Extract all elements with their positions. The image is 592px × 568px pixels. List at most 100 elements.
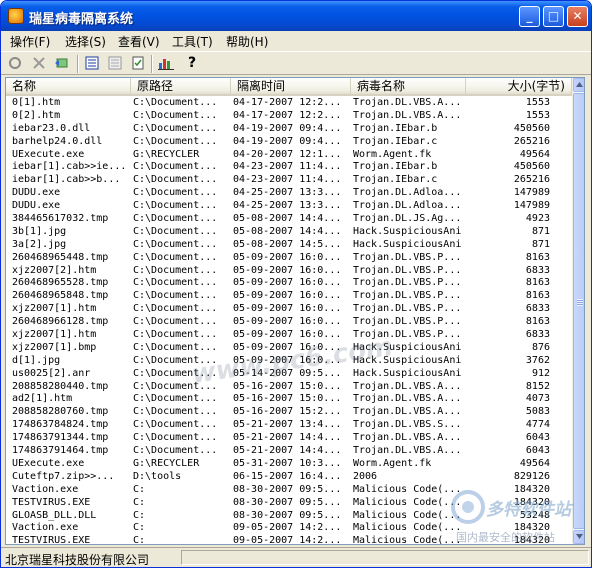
virus-name: Worm.Agent.fk <box>353 148 432 160</box>
menu-tools[interactable]: 工具(T) <box>172 33 213 50</box>
original-path: C: <box>133 483 146 495</box>
site-logo-title: 多特软件站 <box>486 500 571 520</box>
list-rows: 0[1].htm C:\Document... 04-17-2007 12:2...… <box>6 97 572 545</box>
quarantine-time: 05-16-2007 15:2... <box>233 406 342 418</box>
table-row[interactable]: 260468965448.tmp C:\Document... 05-09-2007… <box>6 252 572 265</box>
table-row[interactable]: xjz2007[2].htm C:\Document... 05-09-2007 1… <box>6 265 572 278</box>
file-name: 260468965448.tmp <box>12 251 109 263</box>
original-path: C: <box>133 535 146 545</box>
table-row[interactable]: 3b[1].jpg C:\Document... 05-08-2007 14:4..… <box>6 226 572 239</box>
table-row[interactable]: 0[1].htm C:\Document... 04-17-2007 12:2...… <box>6 97 572 110</box>
menu-help[interactable]: 帮助(H) <box>226 33 268 50</box>
original-path: C:\Document... <box>133 419 218 431</box>
menu-bar: 操作(F) 选择(S) 查看(V) 工具(T) 帮助(H) <box>1 31 591 51</box>
table-row[interactable]: 174863791344.tmp C:\Document... 05-21-2007… <box>6 432 572 445</box>
list-view-icon[interactable] <box>106 55 124 73</box>
table-row[interactable]: 0[2].htm C:\Document... 04-17-2007 12:2...… <box>6 110 572 123</box>
virus-name: Trojan.DL.VBS.P... <box>353 251 462 263</box>
file-size: 49564 <box>519 457 550 469</box>
table-row[interactable]: ad2[1].htm C:\Document... 05-16-2007 15:0.… <box>6 393 572 406</box>
refresh-icon[interactable] <box>6 55 24 73</box>
window-title: 瑞星病毒隔离系统 <box>29 12 134 27</box>
column-header-name[interactable]: 名称 <box>6 78 131 95</box>
file-name: 174863791464.tmp <box>12 445 109 457</box>
file-size: 4774 <box>525 419 550 431</box>
column-header-time[interactable]: 隔离时间 <box>231 78 351 95</box>
file-name: ad2[1].htm <box>12 393 73 405</box>
file-size: 8152 <box>525 380 550 392</box>
close-button[interactable]: ✕ <box>567 6 588 27</box>
table-row[interactable]: 208858280760.tmp C:\Document... 05-16-2007… <box>6 406 572 419</box>
original-path: C:\Document... <box>133 161 218 173</box>
table-row[interactable]: DUDU.exe C:\Document... 04-25-2007 13:3...… <box>6 200 572 213</box>
column-header-virus[interactable]: 病毒名称 <box>351 78 466 95</box>
quarantine-time: 05-09-2007 16:0... <box>233 316 342 328</box>
quarantine-time: 05-21-2007 13:4... <box>233 419 342 431</box>
table-row[interactable]: 174863791464.tmp C:\Document... 05-21-2007… <box>6 445 572 458</box>
table-row[interactable]: 208858280440.tmp C:\Document... 05-16-2007… <box>6 381 572 394</box>
table-row[interactable]: iebar[1].cab>>b... C:\Document... 04-23-20… <box>6 174 572 187</box>
table-row[interactable]: 260468965848.tmp C:\Document... 05-09-2007… <box>6 290 572 303</box>
toolbar-separator <box>77 55 79 73</box>
file-size: 265216 <box>513 135 550 147</box>
table-row[interactable]: iebar[1].cab>>ie... C:\Document... 04-23-2… <box>6 161 572 174</box>
table-row[interactable]: barhelp24.0.dll C:\Document... 04-19-2007 … <box>6 136 572 149</box>
virus-name: Trojan.DL.VBS.A... <box>353 97 462 108</box>
restore-icon[interactable] <box>53 55 71 73</box>
details-view-icon[interactable] <box>83 55 101 73</box>
quarantine-time: 09-05-2007 14:2... <box>233 535 342 545</box>
quarantine-time: 05-09-2007 16:0... <box>233 303 342 315</box>
minimize-button[interactable]: _ <box>519 6 540 27</box>
menu-view[interactable]: 查看(V) <box>118 33 160 50</box>
virus-name: Trojan.IEbar.b <box>353 122 438 134</box>
original-path: C: <box>133 522 146 534</box>
properties-icon[interactable] <box>129 55 147 73</box>
table-row[interactable]: 174863784824.tmp C:\Document... 05-21-2007… <box>6 419 572 432</box>
table-row[interactable]: Cuteftp7.zip>>... D:\tools 06-15-2007 16:4… <box>6 471 572 484</box>
file-name: iebar23.0.dll <box>12 122 91 134</box>
app-icon <box>8 8 24 24</box>
menu-operation[interactable]: 操作(F) <box>10 33 50 50</box>
title-bar[interactable]: 瑞星病毒隔离系统 _ □ ✕ <box>1 1 591 31</box>
table-row[interactable]: UExecute.exe G:\RECYCLER 04-20-2007 12:1..… <box>6 149 572 162</box>
quarantine-time: 04-19-2007 09:4... <box>233 122 342 134</box>
table-row[interactable]: xjz2007[1].htm C:\Document... 05-09-2007 1… <box>6 329 572 342</box>
table-row[interactable]: 260468966128.tmp C:\Document... 05-09-2007… <box>6 316 572 329</box>
file-size: 450560 <box>513 161 550 173</box>
scroll-up-button[interactable] <box>573 78 584 92</box>
virus-name: 2006 <box>353 470 378 482</box>
column-header-path[interactable]: 原路径 <box>131 78 231 95</box>
table-row[interactable]: DUDU.exe C:\Document... 04-25-2007 13:3...… <box>6 187 572 200</box>
file-size: 1553 <box>525 97 550 108</box>
table-row[interactable]: 384465617032.tmp C:\Document... 05-08-2007… <box>6 213 572 226</box>
file-size: 4073 <box>525 393 550 405</box>
virus-name: Trojan.DL.VBS.A... <box>353 406 462 418</box>
quarantine-time: 09-05-2007 14:2... <box>233 522 342 534</box>
scroll-thumb[interactable] <box>573 93 584 529</box>
table-row[interactable]: iebar23.0.dll C:\Document... 04-19-2007 09… <box>6 123 572 136</box>
quarantine-list[interactable]: 名称 原路径 隔离时间 病毒名称 大小(字节) 0[1].htm C:\Docum… <box>5 77 585 545</box>
site-logo-subtitle: 国内最安全的软件站 <box>456 531 555 544</box>
table-row[interactable]: UExecute.exe G:\RECYCLER 05-31-2007 10:3..… <box>6 458 572 471</box>
column-header-size[interactable]: 大小(字节) <box>466 78 572 95</box>
virus-name: Hack.SuspiciousAni <box>353 238 462 250</box>
original-path: C:\Document... <box>133 264 218 276</box>
table-row[interactable]: 3a[2].jpg C:\Document... 05-08-2007 14:5..… <box>6 239 572 252</box>
original-path: G:\RECYCLER <box>133 148 200 160</box>
virus-name: Hack.SuspiciousAni <box>353 367 462 379</box>
menu-select[interactable]: 选择(S) <box>65 33 106 50</box>
delete-icon[interactable] <box>30 55 48 73</box>
vertical-scrollbar[interactable] <box>572 78 584 544</box>
quarantine-time: 04-23-2007 11:4... <box>233 174 342 186</box>
help-icon[interactable]: ? <box>183 55 201 73</box>
file-name: UExecute.exe <box>12 148 85 160</box>
maximize-button[interactable]: □ <box>543 6 564 27</box>
original-path: C:\Document... <box>133 393 218 405</box>
file-name: 260468966128.tmp <box>12 316 109 328</box>
statistics-icon[interactable] <box>157 55 175 73</box>
file-size: 147989 <box>513 187 550 199</box>
quarantine-time: 05-21-2007 14:4... <box>233 445 342 457</box>
table-row[interactable]: 260468965528.tmp C:\Document... 05-09-2007… <box>6 277 572 290</box>
table-row[interactable]: xjz2007[1].htm C:\Document... 05-09-2007 1… <box>6 303 572 316</box>
file-size: 3762 <box>525 354 550 366</box>
